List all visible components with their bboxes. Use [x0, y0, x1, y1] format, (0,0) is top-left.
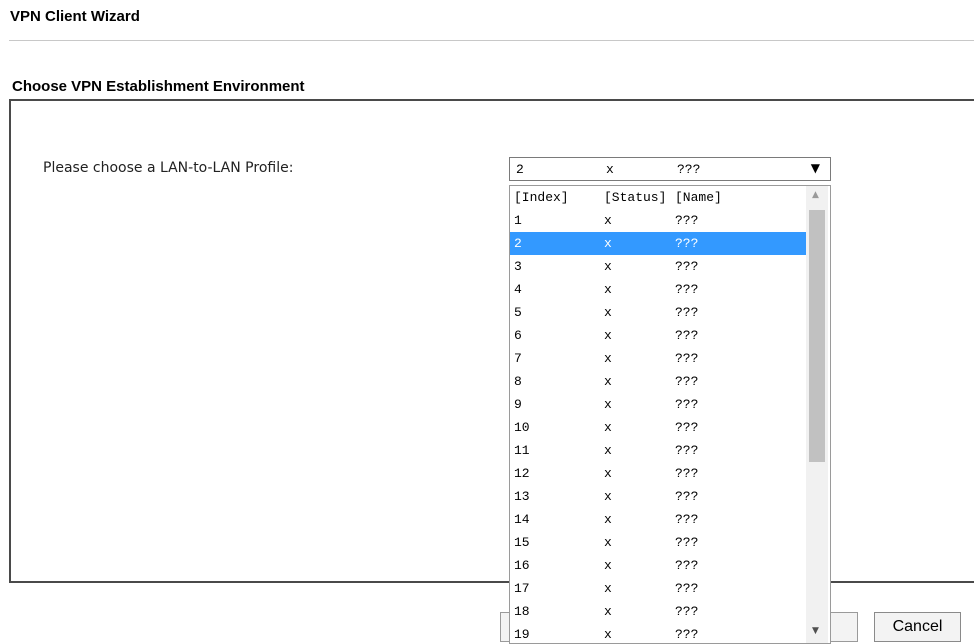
list-item[interactable]: 11 x ???: [510, 439, 806, 462]
option-name: ???: [675, 489, 699, 504]
chevron-down-icon[interactable]: ▼: [811, 161, 820, 175]
option-index: 17: [514, 581, 530, 596]
option-index: 19: [514, 627, 530, 642]
title-divider: [9, 40, 974, 41]
option-name: ???: [675, 627, 699, 642]
list-item[interactable]: 6 x ???: [510, 324, 806, 347]
option-status: x: [604, 420, 612, 435]
option-name: ???: [675, 558, 699, 573]
list-item[interactable]: 18 x ???: [510, 600, 806, 623]
scroll-down-icon[interactable]: ▼: [812, 626, 819, 636]
list-item-selected[interactable]: 2 x ???: [510, 232, 806, 255]
option-status: x: [604, 512, 612, 527]
option-name: ???: [675, 282, 699, 297]
option-name: ???: [675, 604, 699, 619]
option-name: ???: [675, 351, 699, 366]
option-index: 15: [514, 535, 530, 550]
option-name: ???: [675, 466, 699, 481]
list-item[interactable]: 16 x ???: [510, 554, 806, 577]
option-index: 3: [514, 259, 522, 274]
option-index: 2: [514, 236, 522, 251]
option-name: ???: [675, 374, 699, 389]
scrollbar-thumb[interactable]: [809, 210, 825, 462]
selected-status: x: [606, 162, 614, 177]
option-name: ???: [675, 305, 699, 320]
option-status: x: [604, 328, 612, 343]
profile-label: Please choose a LAN-to-LAN Profile:: [43, 160, 294, 176]
option-status: x: [604, 627, 612, 642]
section-title: Choose VPN Establishment Environment: [12, 78, 305, 95]
list-item[interactable]: 1 x ???: [510, 209, 806, 232]
option-index: 7: [514, 351, 522, 366]
option-index: 6: [514, 328, 522, 343]
option-index: 13: [514, 489, 530, 504]
list-item[interactable]: 3 x ???: [510, 255, 806, 278]
option-status: x: [604, 489, 612, 504]
option-name: ???: [675, 443, 699, 458]
list-item[interactable]: 9 x ???: [510, 393, 806, 416]
list-item[interactable]: 4 x ???: [510, 278, 806, 301]
option-status: x: [604, 259, 612, 274]
option-index: 8: [514, 374, 522, 389]
header-index: [Index]: [514, 190, 569, 205]
list-item[interactable]: 8 x ???: [510, 370, 806, 393]
list-item[interactable]: 15 x ???: [510, 531, 806, 554]
list-item[interactable]: 17 x ???: [510, 577, 806, 600]
selected-index: 2: [516, 162, 524, 177]
list-item[interactable]: 14 x ???: [510, 508, 806, 531]
option-status: x: [604, 443, 612, 458]
option-name: ???: [675, 236, 699, 251]
page-title: VPN Client Wizard: [10, 8, 140, 25]
option-name: ???: [675, 328, 699, 343]
option-index: 14: [514, 512, 530, 527]
option-index: 11: [514, 443, 530, 458]
option-index: 18: [514, 604, 530, 619]
option-status: x: [604, 604, 612, 619]
option-name: ???: [675, 213, 699, 228]
option-index: 10: [514, 420, 530, 435]
option-name: ???: [675, 397, 699, 412]
option-status: x: [604, 558, 612, 573]
option-name: ???: [675, 535, 699, 550]
dropdown-scrollbar[interactable]: ▲ ▼: [806, 186, 828, 643]
profile-select[interactable]: 2 x ??? ▼: [509, 157, 831, 181]
option-index: 1: [514, 213, 522, 228]
option-name: ???: [675, 581, 699, 596]
option-index: 4: [514, 282, 522, 297]
option-status: x: [604, 305, 612, 320]
header-status: [Status]: [604, 190, 667, 205]
option-status: x: [604, 466, 612, 481]
option-status: x: [604, 397, 612, 412]
cancel-button[interactable]: Cancel: [874, 612, 961, 642]
list-item[interactable]: 5 x ???: [510, 301, 806, 324]
list-item[interactable]: 12 x ???: [510, 462, 806, 485]
option-index: 9: [514, 397, 522, 412]
option-index: 5: [514, 305, 522, 320]
option-status: x: [604, 282, 612, 297]
header-name: [Name]: [675, 190, 722, 205]
option-name: ???: [675, 259, 699, 274]
list-item[interactable]: 19 x ???: [510, 623, 806, 643]
option-status: x: [604, 351, 612, 366]
option-status: x: [604, 535, 612, 550]
option-status: x: [604, 213, 612, 228]
option-index: 12: [514, 466, 530, 481]
option-name: ???: [675, 512, 699, 527]
scroll-up-icon[interactable]: ▲: [812, 190, 819, 200]
option-status: x: [604, 581, 612, 596]
profile-dropdown-list[interactable]: [Index] [Status] [Name] 1 x ??? 2 x ??? …: [509, 185, 831, 644]
list-item[interactable]: 10 x ???: [510, 416, 806, 439]
option-name: ???: [675, 420, 699, 435]
selected-name: ???: [677, 162, 701, 177]
option-status: x: [604, 236, 612, 251]
option-status: x: [604, 374, 612, 389]
list-item[interactable]: 13 x ???: [510, 485, 806, 508]
list-item[interactable]: 7 x ???: [510, 347, 806, 370]
list-header: [Index] [Status] [Name]: [510, 186, 806, 209]
option-index: 16: [514, 558, 530, 573]
